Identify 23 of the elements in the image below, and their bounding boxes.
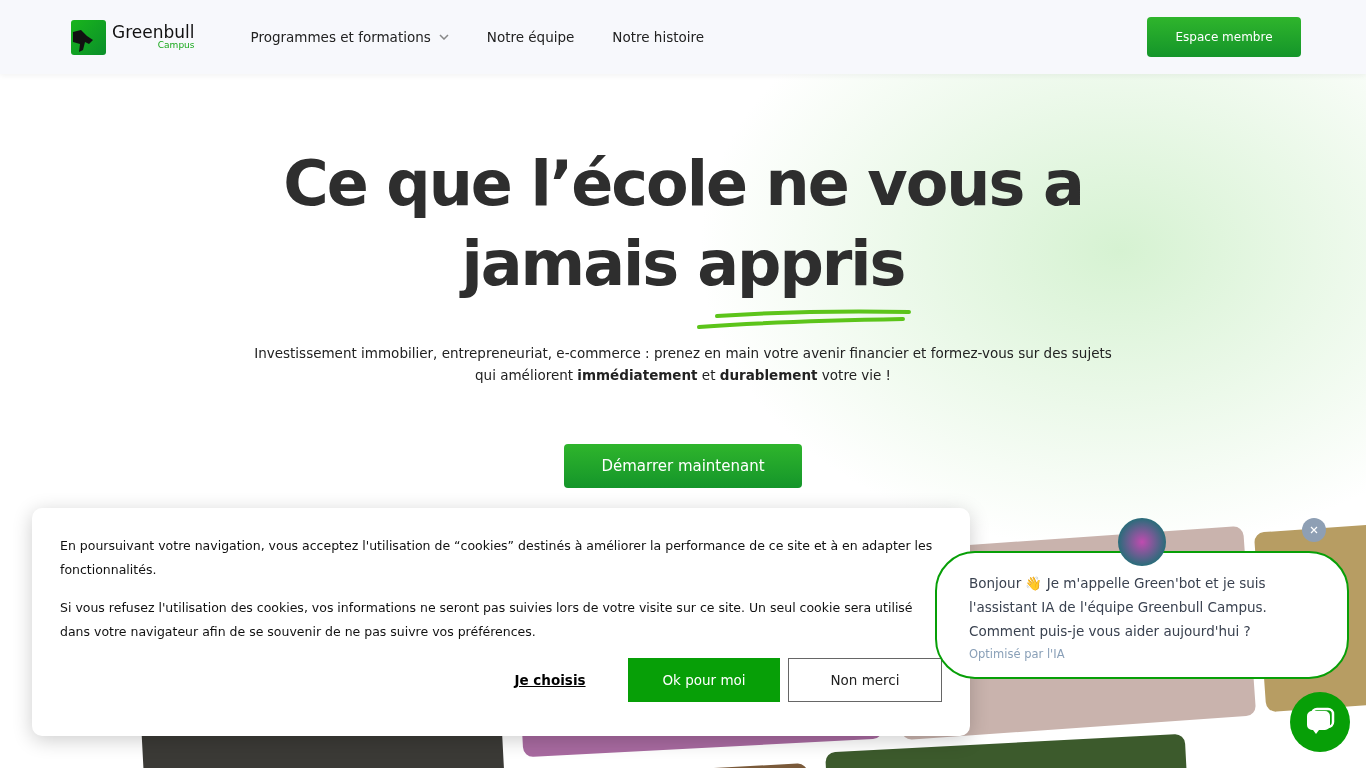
nav-link[interactable]: Programmes et formations [250, 29, 449, 45]
chat-message: Bonjour 👋 Je m'appelle Green'bot et je suis l'assistant IA de l'équipe Greenbull Campus. Comment puis-je vous aider aujourd'hui ? [969, 574, 1268, 641]
chat-footer-text: Optimisé par l'IA [969, 647, 1065, 661]
cookie-text: En poursuivant votre navigation, vous acceptez l'utilisation de “cookies” destinés à améliorer la performance de ce site et à en adapter les fonctionnalités. [60, 537, 934, 579]
accept-button[interactable]: Ok pour moi [628, 658, 780, 702]
hero-title-highlight: appris [697, 227, 905, 300]
cookie-text: Si vous refusez l'utilisation des cookies, vos informations ne seront pas suivies lors de votre visite sur ce site. Un seul cookie sera utilisé dans votre navigateur afin de se souvenir de ne pas suivre vos préférences. [60, 599, 914, 641]
decline-button[interactable]: Non merci [788, 658, 942, 702]
chevron-down-icon [438, 34, 449, 40]
chat-launcher-button[interactable] [1290, 692, 1350, 752]
logo-wordmark: Greenbull [112, 24, 195, 41]
choose-link[interactable]: Je choisis [480, 658, 620, 702]
nav-link[interactable]: Notre équipe [486, 29, 575, 45]
hero-subtitle: Investissement immobilier, entrepreneuriat, e-commerce : prenez en main votre avenir financier et formez-vous sur des sujets qui améliorent immédiatement et durablement votre vie ! [253, 344, 1113, 385]
close-icon [1310, 526, 1318, 534]
bot-avatar [1118, 518, 1166, 566]
close-button[interactable] [1302, 518, 1326, 542]
bull-logo-icon[interactable] [71, 19, 106, 55]
underline-stroke-icon [697, 308, 912, 330]
hero-title: Ce que l’école ne vous a [283, 146, 1083, 222]
logo-subtitle: Campus [157, 41, 195, 50]
nav-link[interactable]: Notre histoire [612, 29, 705, 45]
hero-title: jamais [461, 226, 678, 302]
